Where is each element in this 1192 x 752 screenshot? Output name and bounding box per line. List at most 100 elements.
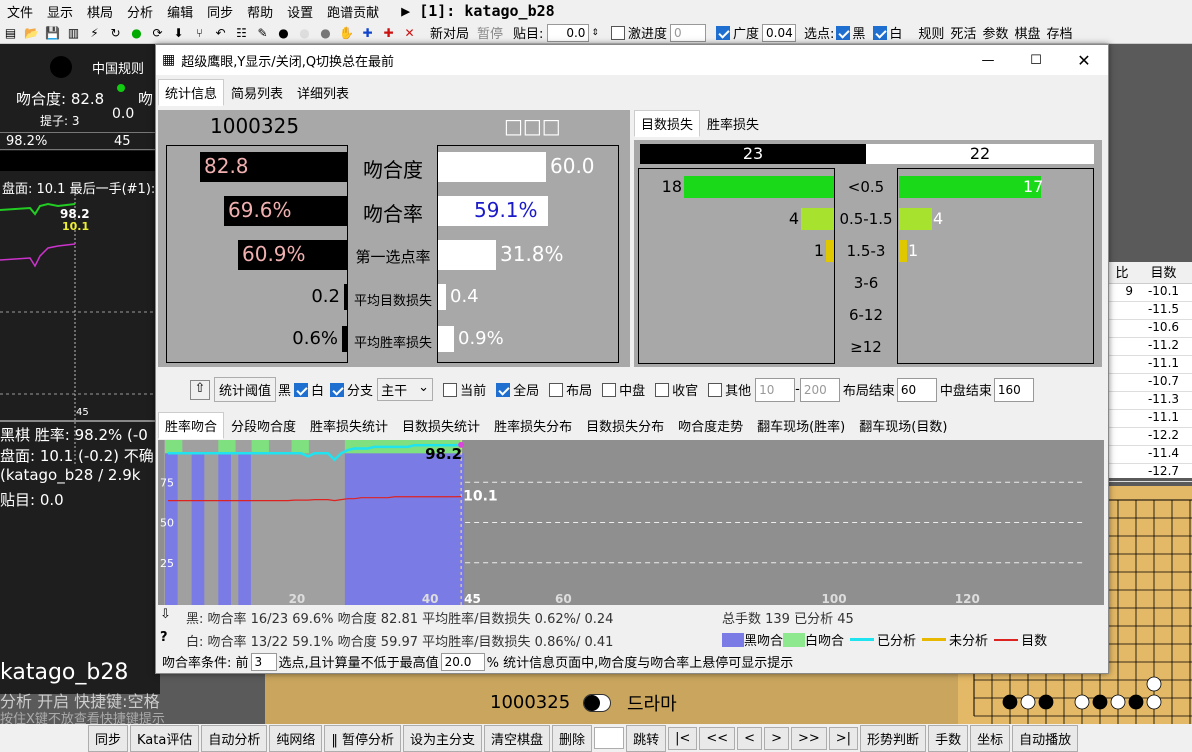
menu-view[interactable]: 显示 <box>40 2 80 21</box>
flash-icon[interactable]: ⚡ <box>86 24 103 41</box>
save-icon[interactable]: 💾 <box>44 24 61 41</box>
tab-blunder-winrate[interactable]: 翻车现场(胜率) <box>750 412 852 439</box>
table-row[interactable]: -11.2 <box>1109 338 1192 356</box>
range-to-input[interactable]: 200 <box>799 377 840 402</box>
table-row[interactable]: -12.2 <box>1109 428 1192 446</box>
other-checkbox[interactable] <box>708 382 723 397</box>
komi-input[interactable]: 0.0 <box>547 23 590 42</box>
bottom-button-8[interactable] <box>594 727 625 749</box>
tab-segment-match[interactable]: 分段吻合度 <box>224 412 303 439</box>
bottom-button-15[interactable]: >| <box>828 726 859 750</box>
winrate-chart[interactable]: 25 50 75 20 40 45 60 100 120 98.2 10.1 <box>158 440 1104 605</box>
tab-winrate-match[interactable]: 胜率吻合 <box>158 412 225 439</box>
board-button[interactable]: 棋盘 <box>1014 23 1040 42</box>
endgame-checkbox[interactable] <box>655 382 670 397</box>
filter-black-checkbox[interactable] <box>294 382 309 397</box>
pick-white-checkbox[interactable] <box>873 25 888 40</box>
condition-pct-input[interactable]: 20.0 <box>440 652 485 671</box>
bottom-button-10[interactable]: |< <box>668 726 698 750</box>
refresh-icon[interactable]: ↻ <box>107 24 124 41</box>
table-row[interactable]: 9 -10.1 <box>1109 284 1192 302</box>
tab-blunder-score[interactable]: 翻车现场(目数) <box>852 412 954 439</box>
opening-end-input[interactable]: 60 <box>896 377 937 402</box>
table-row[interactable]: -11.3 <box>1109 392 1192 410</box>
new-icon[interactable]: ▤ <box>2 24 19 41</box>
progress-checkbox[interactable] <box>610 25 625 40</box>
pick-black-checkbox[interactable] <box>836 25 851 40</box>
bottom-button-12[interactable]: < <box>737 726 763 750</box>
tab-winrate-loss-stats[interactable]: 胜率损失统计 <box>303 412 395 439</box>
table-row[interactable]: -11.1 <box>1109 410 1192 428</box>
pen-icon[interactable]: ✎ <box>254 24 271 41</box>
green-dot-icon[interactable]: ● <box>128 24 145 41</box>
branch-icon[interactable]: ⑂ <box>191 24 208 41</box>
blue-cross-icon[interactable]: ✚ <box>359 24 376 41</box>
up-arrow-icon[interactable]: ⇧ <box>190 379 210 400</box>
bottom-button-14[interactable]: >> <box>790 726 827 750</box>
middle-end-input[interactable]: 160 <box>993 377 1034 402</box>
branch-select[interactable]: 主干 ⌄ <box>377 378 434 401</box>
mixed-stone-icon[interactable]: ● <box>317 24 334 41</box>
breadth-input[interactable]: 0.04 <box>762 23 796 42</box>
down-arrow-icon[interactable]: ⇩ <box>160 607 171 622</box>
menu-game[interactable]: 棋局 <box>80 2 120 21</box>
menu-file[interactable]: 文件 <box>0 2 40 21</box>
help-icon[interactable]: ? <box>160 630 168 645</box>
bottom-button-5[interactable]: 设为主分支 <box>403 724 483 752</box>
minimize-icon[interactable]: — <box>964 53 1012 68</box>
tab-simple-list[interactable]: 简易列表 <box>224 79 290 106</box>
table-row[interactable]: -11.1 <box>1109 356 1192 374</box>
bottom-button-17[interactable]: 手数 <box>928 724 969 752</box>
bottom-button-3[interactable]: 纯网络 <box>269 724 323 752</box>
table-row[interactable]: -10.6 <box>1109 320 1192 338</box>
range-from-input[interactable]: 10 <box>755 377 796 402</box>
table-row[interactable]: -11.4 <box>1109 446 1192 464</box>
bottom-button-1[interactable]: Kata评估 <box>130 724 200 752</box>
bottom-button-0[interactable]: 同步 <box>88 724 129 752</box>
close-x-icon[interactable]: ✕ <box>401 24 418 41</box>
menu-settings[interactable]: 设置 <box>280 2 320 21</box>
tab-stats[interactable]: 统计信息 <box>158 79 225 106</box>
bottom-button-9[interactable]: 跳转 <box>626 724 667 752</box>
bottom-button-4[interactable]: ‖ 暂停分析 <box>324 724 402 752</box>
table-row[interactable]: -12.7 <box>1109 464 1192 482</box>
chart-icon[interactable]: ▥ <box>65 24 82 41</box>
current-checkbox[interactable] <box>443 382 458 397</box>
menu-contribute[interactable]: 跑谱贡献 <box>320 2 386 21</box>
breadth-checkbox[interactable] <box>715 25 730 40</box>
all-checkbox[interactable] <box>496 382 511 397</box>
threshold-button[interactable]: 统计阈值 <box>214 377 277 402</box>
tab-winrate-loss[interactable]: 胜率损失 <box>700 110 766 137</box>
bottom-button-6[interactable]: 清空棋盘 <box>484 724 551 752</box>
close-icon[interactable]: ✕ <box>1060 51 1108 70</box>
bottom-button-19[interactable]: 自动播放 <box>1012 724 1079 752</box>
loop-icon[interactable]: ⟳ <box>149 24 166 41</box>
condition-n-input[interactable]: 3 <box>250 652 277 671</box>
rules-button[interactable]: 规则 <box>918 23 944 42</box>
black-stone-icon[interactable]: ● <box>275 24 292 41</box>
middle-checkbox[interactable] <box>602 382 617 397</box>
tab-match-trend[interactable]: 吻合度走势 <box>671 412 750 439</box>
komi-spinner-icon[interactable]: ⇕ <box>591 28 599 38</box>
menu-edit[interactable]: 编辑 <box>160 2 200 21</box>
tab-winrate-loss-dist[interactable]: 胜率损失分布 <box>487 412 579 439</box>
tab-score-loss-stats[interactable]: 目数损失统计 <box>395 412 487 439</box>
sliders-icon[interactable]: ☷ <box>233 24 250 41</box>
tab-score-loss[interactable]: 目数损失 <box>634 110 701 137</box>
new-game-button[interactable]: 新对局 <box>430 23 469 42</box>
maximize-icon[interactable]: ☐ <box>1012 53 1060 68</box>
filter-white-checkbox[interactable] <box>330 382 345 397</box>
menu-analysis[interactable]: 分析 <box>120 2 160 21</box>
down-arrow-icon[interactable]: ⬇ <box>170 24 187 41</box>
bottom-button-11[interactable]: << <box>699 726 736 750</box>
tab-detail-list[interactable]: 详细列表 <box>290 79 356 106</box>
back-icon[interactable]: ↶ <box>212 24 229 41</box>
pause-button[interactable]: 暂停 <box>477 23 503 42</box>
deadstones-button[interactable]: 死活 <box>950 23 976 42</box>
toggle-switch[interactable] <box>583 694 611 712</box>
opening-checkbox[interactable] <box>549 382 564 397</box>
tab-score-loss-dist[interactable]: 目数损失分布 <box>579 412 671 439</box>
params-button[interactable]: 参数 <box>982 23 1008 42</box>
bottom-button-2[interactable]: 自动分析 <box>201 724 268 752</box>
red-cross-icon[interactable]: ✚ <box>380 24 397 41</box>
